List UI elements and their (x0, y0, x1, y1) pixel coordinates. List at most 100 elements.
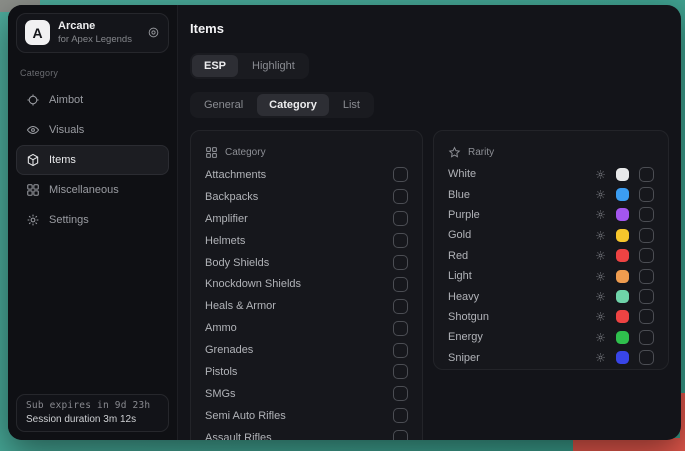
category-checkbox[interactable] (393, 321, 408, 336)
rarity-checkbox[interactable] (639, 207, 654, 222)
gear-icon[interactable] (595, 332, 606, 343)
rarity-checkbox[interactable] (639, 167, 654, 182)
rarity-row: White (448, 164, 654, 184)
category-row: Semi Auto Rifles (205, 405, 408, 427)
rarity-row-label: Blue (448, 189, 595, 201)
rarity-row: Light (448, 266, 654, 286)
category-row: Assault Rifles (205, 427, 408, 440)
category-checkbox[interactable] (393, 277, 408, 292)
category-row: Body Shields (205, 252, 408, 274)
category-checkbox[interactable] (393, 343, 408, 358)
app-identity: Arcane for Apex Legends (58, 20, 132, 46)
rarity-row: Purple (448, 205, 654, 225)
rarity-row-label: Heavy (448, 291, 595, 303)
tab-category[interactable]: Category (257, 94, 329, 116)
gear-icon[interactable] (595, 250, 606, 261)
rarity-color-swatch[interactable] (616, 188, 629, 201)
target-icon[interactable] (147, 26, 160, 39)
app-logo-card: A Arcane for Apex Legends (16, 13, 169, 53)
rarity-color-swatch[interactable] (616, 249, 629, 262)
rarity-checkbox[interactable] (639, 248, 654, 263)
category-list: Attachments Backpacks Amplifier Helmets … (205, 164, 408, 440)
rarity-color-swatch[interactable] (616, 168, 629, 181)
category-checkbox[interactable] (393, 167, 408, 182)
category-row: Grenades (205, 339, 408, 361)
sidebar-item-items[interactable]: Items (16, 145, 169, 175)
rarity-row-label: Gold (448, 229, 595, 241)
rarity-checkbox[interactable] (639, 187, 654, 202)
app-logo: A (25, 20, 50, 45)
category-panel-title: Category (225, 147, 266, 158)
category-checkbox[interactable] (393, 386, 408, 401)
rarity-color-swatch[interactable] (616, 208, 629, 221)
sidebar-item-label: Miscellaneous (49, 184, 119, 196)
rarity-color-swatch[interactable] (616, 331, 629, 344)
category-row-label: Heals & Armor (205, 300, 393, 312)
rarity-checkbox[interactable] (639, 350, 654, 365)
tabs-row: General Category List (190, 92, 671, 118)
rarity-checkbox[interactable] (639, 330, 654, 345)
rarity-checkbox[interactable] (639, 309, 654, 324)
category-checkbox[interactable] (393, 430, 408, 440)
category-row-label: Backpacks (205, 191, 393, 203)
eye-icon (26, 123, 40, 137)
gear-icon[interactable] (595, 291, 606, 302)
tab-list[interactable]: List (331, 94, 372, 116)
sidebar-item-aimbot[interactable]: Aimbot (16, 85, 169, 115)
category-row-label: SMGs (205, 388, 393, 400)
grid-icon (26, 183, 40, 197)
mode-toggle-row: ESP Highlight (190, 53, 671, 79)
category-checkbox[interactable] (393, 189, 408, 204)
rarity-row-label: Shotgun (448, 311, 595, 323)
rarity-row-label: Sniper (448, 352, 595, 364)
category-checkbox[interactable] (393, 233, 408, 248)
category-checkbox[interactable] (393, 211, 408, 226)
gear-icon[interactable] (595, 352, 606, 363)
gear-icon[interactable] (595, 311, 606, 322)
category-row-label: Assault Rifles (205, 432, 393, 440)
sidebar-item-visuals[interactable]: Visuals (16, 115, 169, 145)
gear-icon[interactable] (595, 209, 606, 220)
gear-icon[interactable] (595, 271, 606, 282)
esp-highlight-toggle: ESP Highlight (190, 53, 309, 79)
rarity-panel: Rarity White Blue Purple (433, 130, 669, 370)
category-checkbox[interactable] (393, 255, 408, 270)
rarity-color-swatch[interactable] (616, 351, 629, 364)
category-checkbox[interactable] (393, 408, 408, 423)
gear-icon[interactable] (595, 189, 606, 200)
sidebar-item-label: Visuals (49, 124, 84, 136)
rarity-checkbox[interactable] (639, 228, 654, 243)
rarity-color-swatch[interactable] (616, 270, 629, 283)
rarity-row: Shotgun (448, 307, 654, 327)
category-checkbox[interactable] (393, 364, 408, 379)
rarity-checkbox[interactable] (639, 289, 654, 304)
toggle-option-highlight[interactable]: Highlight (240, 55, 307, 77)
sub-expiry-text: Sub expires in 9d 23h (26, 400, 159, 411)
category-panel-header: Category (205, 140, 408, 164)
sidebar-nav: Aimbot Visuals Items Miscellaneous Setti… (16, 85, 169, 235)
gear-icon[interactable] (595, 169, 606, 180)
gear-icon[interactable] (595, 230, 606, 241)
category-row: Amplifier (205, 208, 408, 230)
rarity-row: Red (448, 246, 654, 266)
rarity-row: Sniper (448, 348, 654, 368)
crosshair-icon (26, 93, 40, 107)
rarity-color-swatch[interactable] (616, 310, 629, 323)
category-checkbox[interactable] (393, 299, 408, 314)
star-icon (448, 146, 461, 159)
rarity-row-label: Energy (448, 331, 595, 343)
toggle-option-esp[interactable]: ESP (192, 55, 238, 77)
rarity-color-swatch[interactable] (616, 290, 629, 303)
rarity-row-label: Purple (448, 209, 595, 221)
category-row: Attachments (205, 164, 408, 186)
rarity-list: White Blue Purple Gold (448, 164, 654, 368)
gear-icon (26, 213, 40, 227)
arcane-menu-window: A Arcane for Apex Legends Category Aimbo… (8, 5, 681, 440)
rarity-checkbox[interactable] (639, 269, 654, 284)
subscription-info-card: Sub expires in 9d 23h Session duration 3… (16, 394, 169, 432)
sidebar-item-miscellaneous[interactable]: Miscellaneous (16, 175, 169, 205)
tab-general[interactable]: General (192, 94, 255, 116)
rarity-row: Energy (448, 327, 654, 347)
sidebar-item-settings[interactable]: Settings (16, 205, 169, 235)
rarity-color-swatch[interactable] (616, 229, 629, 242)
